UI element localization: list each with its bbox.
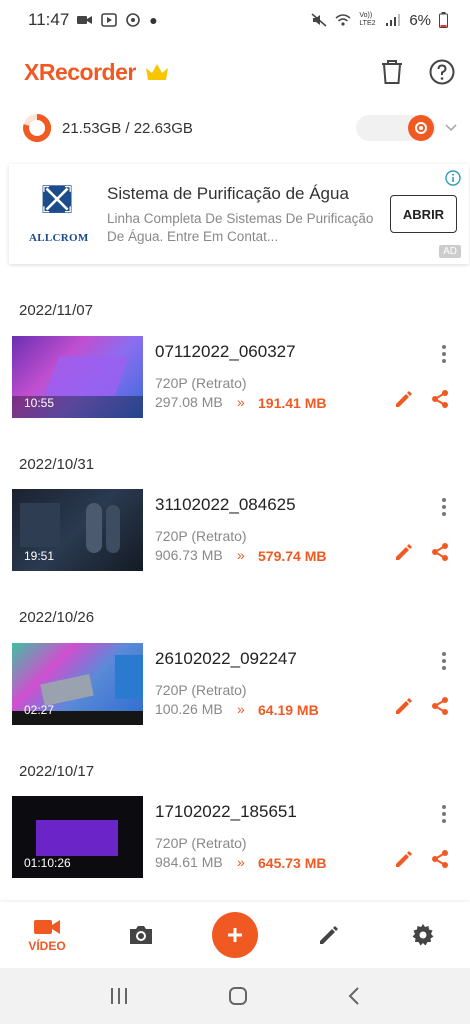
ad-info-icon[interactable] — [445, 170, 461, 186]
camera-icon — [130, 926, 152, 944]
record-dot-icon — [408, 115, 434, 141]
video-thumbnail[interactable]: 19:51 — [12, 489, 143, 571]
video-camera-icon — [34, 920, 60, 934]
video-thumbnail[interactable]: 10:55 — [12, 336, 143, 418]
signal-icon — [386, 14, 401, 26]
compressed-size: 191.41 MB — [258, 395, 327, 411]
video-thumbnail[interactable]: 01:10:26 — [12, 796, 143, 878]
compressed-size: 645.73 MB — [258, 855, 327, 871]
more-vert-icon[interactable] — [440, 804, 448, 824]
recording-resolution: 720P (Retrato) — [155, 375, 247, 391]
chevron-down-icon[interactable] — [444, 121, 458, 135]
share-icon[interactable] — [430, 696, 450, 716]
share-icon[interactable] — [430, 389, 450, 409]
date-header: 2022/10/31 — [19, 456, 95, 473]
video-thumbnail[interactable]: 02:27 — [12, 643, 143, 725]
nav-screenshot-tab[interactable] — [94, 902, 188, 968]
video-duration: 19:51 — [24, 549, 55, 563]
ad-banner[interactable]: ALLCROM Sistema de Purificação de Água L… — [9, 164, 469, 264]
ad-open-button[interactable]: ABRIR — [390, 195, 457, 233]
more-vert-icon[interactable] — [440, 497, 448, 517]
bottom-navigation: VÍDEO — [0, 902, 470, 968]
recent-apps-icon[interactable] — [109, 987, 129, 1005]
gear-icon — [412, 924, 434, 946]
recording-name: 07112022_060327 — [155, 342, 296, 361]
network-tag: Vo)) LTE2 — [359, 12, 376, 27]
recording-size: 984.61 MB — [155, 854, 223, 870]
share-icon[interactable] — [430, 849, 450, 869]
recording-name: 26102022_092247 — [155, 649, 297, 668]
recording-size: 100.26 MB — [155, 701, 223, 717]
advertiser-logo — [42, 185, 72, 213]
recording-item[interactable]: 02:27 26102022_092247 720P (Retrato) 100… — [0, 643, 470, 727]
date-header: 2022/11/07 — [19, 302, 93, 319]
ad-description: Linha Completa De Sistemas De Purificaçã… — [107, 211, 374, 244]
video-duration: 02:27 — [24, 703, 55, 717]
premium-crown-icon[interactable] — [144, 61, 170, 83]
share-icon[interactable] — [430, 542, 450, 562]
pencil-icon — [320, 926, 338, 944]
ad-tag: AD — [439, 245, 461, 258]
compress-arrow: » — [237, 701, 245, 717]
mute-icon — [311, 13, 327, 27]
start-record-button[interactable] — [212, 912, 258, 958]
recording-item[interactable]: 19:51 31102022_084625 720P (Retrato) 906… — [0, 489, 470, 573]
video-duration: 10:55 — [24, 396, 55, 410]
floating-ball-toggle[interactable] — [356, 115, 436, 141]
edit-icon[interactable] — [394, 696, 414, 716]
status-time: 11:47 — [28, 10, 70, 29]
nav-video-tab[interactable]: VÍDEO — [0, 902, 94, 968]
recording-item[interactable]: 01:10:26 17102022_185651 720P (Retrato) … — [0, 796, 470, 880]
nav-record-tab[interactable] — [188, 902, 282, 968]
storage-row: 21.53GB / 22.63GB — [0, 108, 470, 148]
compress-arrow: » — [237, 547, 245, 563]
nav-edit-tab[interactable] — [282, 902, 376, 968]
recording-resolution: 720P (Retrato) — [155, 528, 247, 544]
camera-status-icon — [77, 16, 93, 24]
more-vert-icon[interactable] — [440, 344, 448, 364]
battery-percent: 6% — [409, 11, 431, 29]
recording-resolution: 720P (Retrato) — [155, 835, 247, 851]
edit-icon[interactable] — [394, 849, 414, 869]
advertiser-brand: ALLCROM — [29, 232, 89, 244]
back-icon[interactable] — [347, 986, 361, 1006]
edit-icon[interactable] — [394, 389, 414, 409]
app-logo: XRecorder — [24, 58, 136, 85]
compress-arrow: » — [237, 394, 245, 410]
status-bar: 11:47 ● Vo)) LTE2 6% — [0, 0, 470, 40]
nav-video-label: VÍDEO — [28, 939, 66, 953]
recording-name: 17102022_185651 — [155, 802, 297, 821]
storage-ring-icon — [23, 113, 52, 142]
help-button[interactable] — [428, 58, 456, 86]
system-navigation-bar — [0, 968, 470, 1024]
recording-size: 297.08 MB — [155, 394, 223, 410]
date-header: 2022/10/17 — [19, 763, 95, 780]
edit-icon[interactable] — [394, 542, 414, 562]
storage-usage: 21.53GB / 22.63GB — [62, 119, 193, 137]
date-header: 2022/10/26 — [19, 609, 95, 626]
recording-name: 31102022_084625 — [155, 495, 296, 514]
help-icon — [429, 59, 455, 85]
notification-dot-icon: ● — [149, 12, 158, 28]
ad-title: Sistema de Purificação de Água — [107, 184, 349, 203]
home-icon[interactable] — [228, 986, 248, 1006]
more-vert-icon[interactable] — [440, 651, 448, 671]
delete-button[interactable] — [378, 58, 406, 86]
video-duration: 01:10:26 — [24, 856, 71, 870]
play-store-status-icon — [101, 13, 118, 27]
recording-size: 906.73 MB — [155, 547, 223, 563]
sync-status-icon — [126, 13, 141, 27]
plus-icon — [228, 928, 242, 942]
recording-item[interactable]: 10:55 07112022_060327 720P (Retrato) 297… — [0, 336, 470, 420]
recording-resolution: 720P (Retrato) — [155, 682, 247, 698]
battery-icon — [439, 12, 448, 28]
compressed-size: 64.19 MB — [258, 702, 319, 718]
trash-icon — [382, 60, 402, 84]
wifi-icon — [335, 14, 351, 26]
compressed-size: 579.74 MB — [258, 548, 327, 564]
nav-settings-tab[interactable] — [376, 902, 470, 968]
app-bar: XRecorder — [0, 48, 470, 96]
compress-arrow: » — [237, 854, 245, 870]
